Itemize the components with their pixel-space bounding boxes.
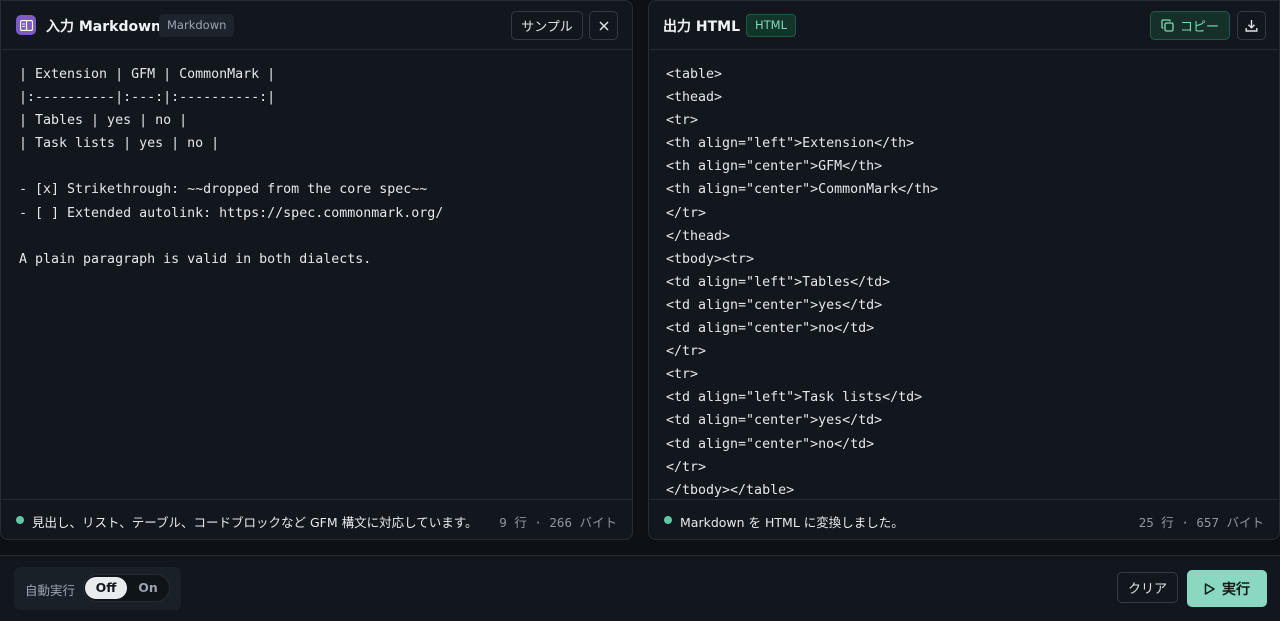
- code-line: <td align="left">Tables</td>: [666, 274, 891, 290]
- code-line: <table>: [666, 67, 723, 82]
- code-line: <td align="left">Task lists</td>: [666, 390, 923, 406]
- code-line: - [x] Strikethrough: ~~dropped from the …: [19, 182, 428, 198]
- code-line: | Task lists | yes | no |: [19, 136, 220, 152]
- status-dot-icon: [16, 516, 24, 524]
- code-line: | Tables | yes | no |: [19, 113, 188, 129]
- copy-button-label: コピー: [1179, 20, 1219, 35]
- clear-input-button[interactable]: [589, 11, 618, 40]
- markdown-app-icon: [16, 15, 36, 35]
- code-line: </tr>: [666, 205, 707, 221]
- bottom-toolbar: 自動実行 Off On クリア 実行: [0, 555, 1280, 621]
- code-line: A plain paragraph is valid in both diale…: [19, 251, 372, 267]
- html-output[interactable]: <table> <thead> <tr> <th align="left">Exten…: [666, 63, 1269, 497]
- auto-run-label: 自動実行: [25, 583, 76, 598]
- output-panel-title: 出力 HTML: [663, 19, 740, 35]
- status-dot-icon: [664, 516, 672, 524]
- input-panel-footer: 見出し、リスト、テーブル、コードブロックなど GFM 構文に対応しています。 9…: [1, 499, 632, 539]
- code-line: <tbody><tr>: [666, 251, 755, 267]
- output-status-text: Markdown を HTML に変換しました。: [680, 515, 904, 530]
- code-line: <td align="center">no</td>: [666, 436, 875, 452]
- output-panel-header: 出力 HTML HTML コピー: [649, 1, 1279, 50]
- markdown-editor[interactable]: | Extension | GFM | CommonMark | |:------…: [19, 63, 622, 271]
- code-line: <td align="center">no</td>: [666, 321, 875, 337]
- sample-button[interactable]: サンプル: [511, 11, 583, 40]
- close-icon: [598, 20, 609, 31]
- input-format-badge: Markdown: [159, 14, 235, 37]
- output-stats: 25 行 · 657 バイト: [1138, 515, 1264, 530]
- input-panel: 入力 Markdown Markdown サンプル | Extension | …: [0, 0, 633, 540]
- output-panel-footer: Markdown を HTML に変換しました。 25 行 · 657 バイト: [649, 499, 1279, 539]
- code-line: </thead>: [666, 228, 731, 244]
- code-line: | Extension | GFM | CommonMark |: [19, 67, 276, 82]
- code-line: </tr>: [666, 344, 707, 360]
- auto-run-toggle[interactable]: Off On: [83, 574, 170, 602]
- download-icon: [1245, 20, 1258, 32]
- code-line: <th align="left">Extension</th>: [666, 136, 915, 152]
- copy-icon: [1161, 19, 1174, 32]
- download-button[interactable]: [1237, 11, 1266, 40]
- copy-button[interactable]: コピー: [1150, 11, 1230, 40]
- code-line: |:----------|:---:|:----------:|: [19, 90, 276, 106]
- code-line: <td align="center">yes</td>: [666, 297, 883, 313]
- input-status-text: 見出し、リスト、テーブル、コードブロックなど GFM 構文に対応しています。: [32, 515, 478, 530]
- code-line: <th align="center">GFM</th>: [666, 159, 883, 175]
- output-panel: 出力 HTML HTML コピー <table> <thead> <tr> <th a…: [648, 0, 1280, 540]
- output-format-badge: HTML: [746, 14, 797, 37]
- code-line: <tr>: [666, 113, 699, 129]
- code-line: </tbody></table>: [666, 482, 795, 497]
- input-panel-title: 入力 Markdown: [46, 19, 162, 35]
- clear-button[interactable]: クリア: [1117, 572, 1178, 603]
- code-line: <td align="center">yes</td>: [666, 413, 883, 429]
- input-stats: 9 行 · 266 バイト: [499, 515, 617, 530]
- play-icon: [1204, 582, 1215, 595]
- run-button[interactable]: 実行: [1187, 570, 1267, 607]
- code-line: </tr>: [666, 459, 707, 475]
- code-line: <tr>: [666, 367, 699, 383]
- toggle-off-option[interactable]: Off: [85, 577, 127, 599]
- code-line: <thead>: [666, 90, 723, 106]
- code-line: <th align="center">CommonMark</th>: [666, 182, 939, 198]
- toggle-on-option[interactable]: On: [127, 577, 169, 599]
- input-panel-header: 入力 Markdown Markdown サンプル: [1, 1, 632, 50]
- code-line: - [ ] Extended autolink: https://spec.co…: [19, 205, 444, 221]
- run-button-label: 実行: [1222, 581, 1250, 598]
- auto-run-group: 自動実行 Off On: [14, 567, 181, 610]
